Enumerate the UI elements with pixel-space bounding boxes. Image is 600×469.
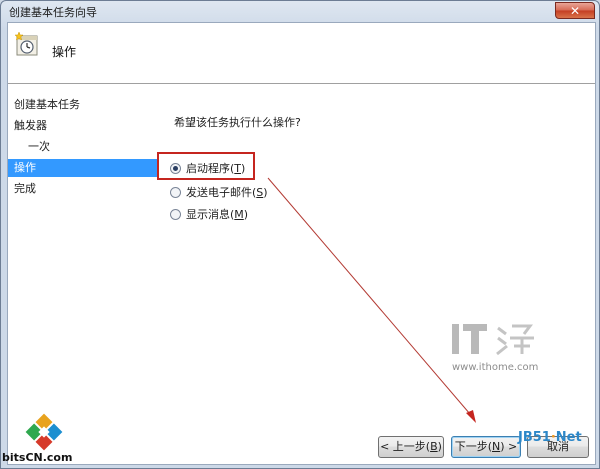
jb51-text: JB51 xyxy=(518,430,551,445)
button-label-end: ) > xyxy=(500,440,518,453)
jb51-watermark: JB51·Net xyxy=(518,430,582,445)
window-title: 创建基本任务向导 xyxy=(9,6,97,19)
step-finish[interactable]: 完成 xyxy=(8,180,158,198)
jb51-net: Net xyxy=(555,430,582,445)
page-title: 操作 xyxy=(52,45,77,59)
step-label: 操作 xyxy=(14,161,36,174)
step-create-basic-task[interactable]: 创建基本任务 xyxy=(8,96,158,114)
radio-send-email[interactable]: 发送电子邮件(S) xyxy=(170,184,268,202)
action-panel: 希望该任务执行什么操作? 启动程序(T) 发送电子邮件(S) 显示消息(M) xyxy=(160,84,595,464)
close-button[interactable]: ✕ xyxy=(555,2,595,19)
wizard-header: 操作 xyxy=(8,23,595,84)
close-icon: ✕ xyxy=(569,4,581,18)
option-accesskey: M xyxy=(234,208,244,221)
option-label: 发送电子邮件( xyxy=(186,186,257,199)
wizard-steps: 创建基本任务 触发器 一次 操作 完成 xyxy=(8,84,160,464)
step-label: 一次 xyxy=(28,140,50,153)
button-label-end: ) xyxy=(437,440,442,453)
button-accesskey: B xyxy=(430,440,438,453)
step-trigger[interactable]: 触发器 xyxy=(8,117,158,135)
step-action[interactable]: 操作 xyxy=(8,159,158,177)
wizard-window: 创建基本任务向导 ✕ 操作 创建基本任务 触发器 一次 操作 完成 希望该任务执… xyxy=(0,0,600,469)
highlight-box xyxy=(157,152,255,180)
radio-button[interactable] xyxy=(170,209,181,220)
task-clock-icon xyxy=(14,31,38,56)
back-button[interactable]: < 上一步(B) xyxy=(378,436,444,458)
step-label: 完成 xyxy=(14,182,36,195)
ithome-logo xyxy=(452,324,534,356)
action-question: 希望该任务执行什么操作? xyxy=(174,116,301,129)
bitscn-watermark: bitsCN.com xyxy=(2,451,73,464)
button-label: 下一步( xyxy=(454,440,493,453)
next-button[interactable]: 下一步(N) > xyxy=(451,436,521,458)
title-bar[interactable]: 创建基本任务向导 ✕ xyxy=(1,1,599,21)
button-accesskey: N xyxy=(492,440,501,453)
step-label: 触发器 xyxy=(14,119,47,132)
radio-button[interactable] xyxy=(170,187,181,198)
radio-show-message[interactable]: 显示消息(M) xyxy=(170,206,248,224)
step-label: 创建基本任务 xyxy=(14,98,80,111)
ithome-url: www.ithome.com xyxy=(452,362,539,373)
button-label: < 上一步( xyxy=(380,440,431,453)
option-label: 显示消息( xyxy=(186,208,235,221)
step-once[interactable]: 一次 xyxy=(8,138,158,156)
option-label-end: ) xyxy=(243,208,249,221)
wizard-body: 操作 创建基本任务 触发器 一次 操作 完成 希望该任务执行什么操作? 启动程序… xyxy=(7,22,596,465)
option-label-end: ) xyxy=(263,186,268,199)
